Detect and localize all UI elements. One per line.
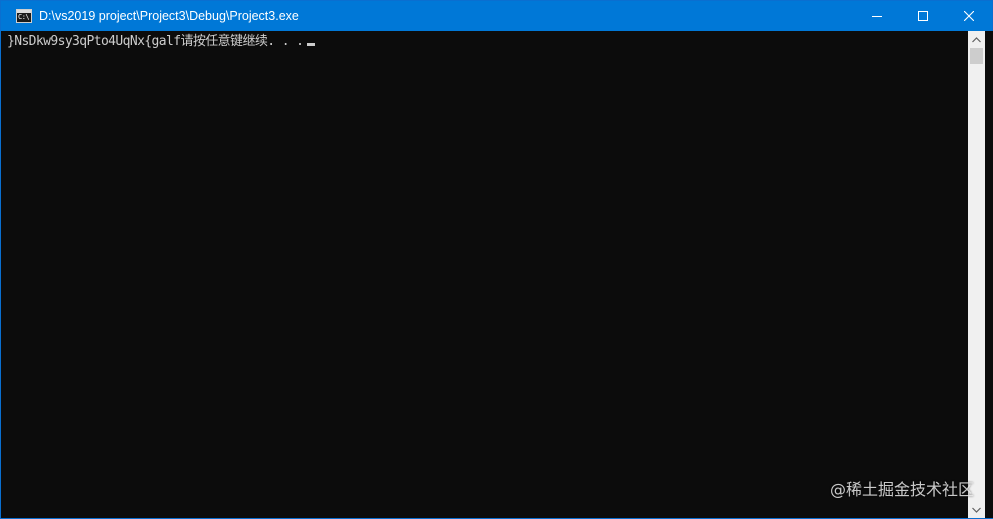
console-output-area[interactable]: }NsDkw9sy3qPto4UqNx{galf请按任意键继续. . . [1, 31, 968, 518]
scroll-down-button[interactable] [968, 501, 985, 518]
watermark: @稀土掘金技术社区 [829, 480, 974, 499]
text-cursor [307, 43, 316, 46]
maximize-icon [918, 11, 928, 21]
scroll-up-button[interactable] [968, 31, 985, 48]
scroll-down-arrow-icon [972, 507, 981, 513]
maximize-button[interactable] [900, 1, 946, 31]
scroll-thumb[interactable] [970, 48, 983, 64]
minimize-icon [872, 16, 882, 17]
vertical-scrollbar[interactable] [968, 31, 985, 518]
close-button[interactable] [946, 1, 992, 31]
window-edge [985, 31, 993, 518]
title-bar[interactable]: C:\ D:\vs2019 project\Project3\Debug\Pro… [1, 1, 992, 31]
console-window: C:\ D:\vs2019 project\Project3\Debug\Pro… [0, 0, 993, 519]
console-line: }NsDkw9sy3qPto4UqNx{galf请按任意键继续. . . [7, 34, 316, 50]
console-output-text: }NsDkw9sy3qPto4UqNx{galf请按任意键继续. . . [7, 34, 304, 49]
close-icon [964, 11, 974, 21]
console-app-icon[interactable]: C:\ [16, 9, 32, 23]
window-title: D:\vs2019 project\Project3\Debug\Project… [39, 9, 299, 23]
minimize-button[interactable] [854, 1, 900, 31]
caption-buttons [854, 1, 992, 31]
scroll-up-arrow-icon [972, 36, 981, 42]
app-icon-glyph: C:\ [18, 13, 30, 21]
